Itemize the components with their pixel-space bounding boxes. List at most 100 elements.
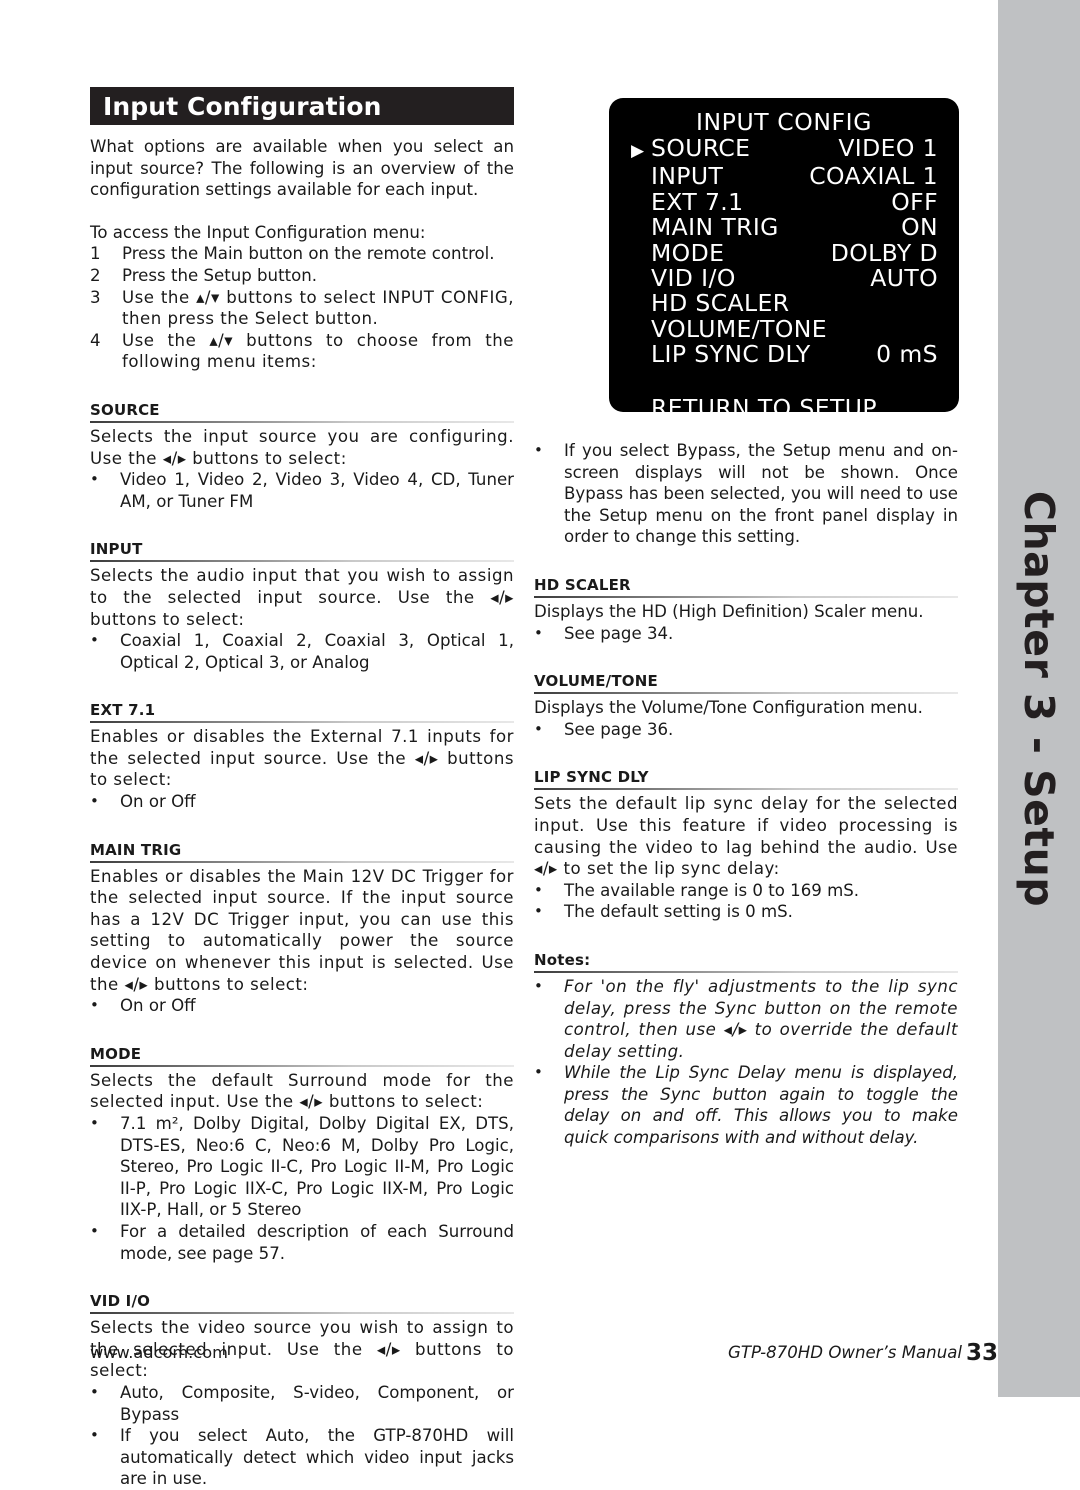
bullet-dot-icon: • xyxy=(90,996,99,1015)
bullet-dot-icon: • xyxy=(534,1063,543,1082)
osd-row-hd-scaler[interactable]: HD SCALER xyxy=(609,291,959,317)
section-body-source: Selects the input source you are configu… xyxy=(90,426,514,468)
osd-row-label: MODE xyxy=(651,238,725,267)
osd-row-volume-tone[interactable]: VOLUME/TONE xyxy=(609,314,959,343)
page-title-banner: Input Configuration xyxy=(90,87,514,125)
page-content: Input Configuration What options are ava… xyxy=(0,0,998,1488)
osd-row-ext71[interactable]: EXT 7.1 OFF xyxy=(609,187,959,216)
osd-return-to-setup[interactable]: RETURN TO SETUP xyxy=(609,368,959,422)
list-item: • Video 1, Video 2, Video 3, Video 4, CD… xyxy=(90,469,514,512)
bullet-text: The available range is 0 to 169 mS. xyxy=(564,880,860,900)
step-item: 1 Press the Main button on the remote co… xyxy=(90,243,514,265)
list-item: • If you select Auto, the GTP-870HD will… xyxy=(90,1425,514,1490)
list-item: • If you select Bypass, the Setup menu a… xyxy=(534,440,958,548)
section-bullets-bypass-note: • If you select Bypass, the Setup menu a… xyxy=(534,440,958,548)
section-body-main-trig: Enables or disables the Main 12V DC Trig… xyxy=(90,866,514,994)
section-bullets-vid-io: • Auto, Composite, S-video, Component, o… xyxy=(90,1382,514,1490)
section-bullets-mode: • 7.1 m², Dolby Digital, Dolby Digital E… xyxy=(90,1113,514,1264)
footer-page-number: 33 xyxy=(965,1340,998,1366)
osd-row-mode[interactable]: MODE DOLBY D xyxy=(609,238,959,267)
bullet-text: Video 1, Video 2, Video 3, Video 4, CD, … xyxy=(120,470,514,511)
osd-row-label: EXT 7.1 xyxy=(651,187,744,216)
section-heading-source: SOURCE xyxy=(90,401,514,423)
bullet-text: For a detailed description of each Surro… xyxy=(120,1221,514,1263)
list-item: • See page 34. xyxy=(534,623,958,645)
list-item: • Coaxial 1, Coaxial 2, Coaxial 3, Optic… xyxy=(90,630,514,673)
osd-row-label: INPUT xyxy=(651,162,724,191)
bullet-text: If you select Auto, the GTP-870HD will a… xyxy=(120,1426,514,1489)
step-text: Press the Main button on the remote cont… xyxy=(122,244,495,264)
osd-row-label: SOURCE xyxy=(651,134,751,162)
section-heading-vid-io: VID I/O xyxy=(90,1292,514,1315)
osd-row-value: DOLBY D xyxy=(830,238,938,267)
right-column: • If you select Bypass, the Setup menu a… xyxy=(534,440,958,1149)
section-bullets-ext71: • On or Off xyxy=(90,791,514,813)
step-item: 4 Use the ▴/▾ buttons to choose from the… xyxy=(90,330,514,373)
bullet-text: 7.1 m², Dolby Digital, Dolby Digital EX,… xyxy=(120,1114,514,1220)
osd-row-lip-sync-dly[interactable]: LIP SYNC DLY 0 mS xyxy=(609,340,959,369)
section-bullets-notes: • For 'on the fly' adjustments to the li… xyxy=(534,976,958,1149)
section-bullets-main-trig: • On or Off xyxy=(90,995,514,1017)
bullet-text: If you select Bypass, the Setup menu and… xyxy=(564,441,958,547)
section-bullets-lip-sync-dly: • The available range is 0 to 169 mS. • … xyxy=(534,880,958,923)
osd-menu-panel: INPUT CONFIG ▶ SOURCE VIDEO 1 INPUT COAX… xyxy=(609,98,959,422)
section-body-lip-sync-dly: Sets the default lip sync delay for the … xyxy=(534,794,958,879)
section-heading-ext71: EXT 7.1 xyxy=(90,701,514,724)
chapter-tab-label: Chapter 3 - Setup xyxy=(1015,490,1063,907)
bullet-dot-icon: • xyxy=(534,623,543,642)
section-body-ext71: Enables or disables the External 7.1 inp… xyxy=(90,727,514,790)
section-body-mode: Selects the default Surround mode for th… xyxy=(90,1070,514,1112)
osd-row-main-trig[interactable]: MAIN TRIG ON xyxy=(609,213,959,242)
section-body-hd-scaler: Displays the HD (High Definition) Scaler… xyxy=(534,601,924,621)
step-item: 3 Use the ▴/▾ buttons to select INPUT CO… xyxy=(90,287,514,330)
osd-row-value: ON xyxy=(901,213,938,242)
intro-paragraph-2: To access the Input Configuration menu: xyxy=(90,222,426,242)
list-item: • On or Off xyxy=(90,791,514,813)
section-bullets-hd-scaler: • See page 34. xyxy=(534,623,958,645)
bullet-dot-icon: • xyxy=(534,441,543,459)
bullet-dot-icon: • xyxy=(90,1114,99,1132)
bullet-text: Coaxial 1, Coaxial 2, Coaxial 3, Optical… xyxy=(120,631,514,672)
list-item: • While the Lip Sync Delay menu is displ… xyxy=(534,1062,958,1148)
osd-row-value: 0 mS xyxy=(876,340,938,369)
list-item: • The default setting is 0 mS. xyxy=(534,901,958,923)
osd-row-vid-io[interactable]: VID I/O AUTO xyxy=(609,264,959,293)
osd-row-label: VOLUME/TONE xyxy=(651,314,828,343)
section-heading-input: INPUT xyxy=(90,540,514,563)
bullet-dot-icon: • xyxy=(534,902,543,921)
osd-row-value: COAXIAL 1 xyxy=(809,162,938,191)
step-text: Press the Setup button. xyxy=(122,265,318,285)
section-heading-main-trig: MAIN TRIG xyxy=(90,841,514,863)
bullet-text: For 'on the fly' adjustments to the lip … xyxy=(564,976,958,1061)
bullet-dot-icon: • xyxy=(90,631,99,650)
left-column: What options are available when you sele… xyxy=(90,136,514,1490)
osd-row-source[interactable]: ▶ SOURCE VIDEO 1 xyxy=(609,134,959,164)
chapter-tab: Chapter 3 - Setup xyxy=(998,0,1080,1397)
page-title: Input Configuration xyxy=(103,91,382,121)
bullet-dot-icon: • xyxy=(534,880,543,899)
list-item: • For 'on the fly' adjustments to the li… xyxy=(534,976,958,1062)
step-number: 4 xyxy=(90,330,101,350)
osd-row-label: VID I/O xyxy=(651,264,736,293)
osd-row-label: MAIN TRIG xyxy=(651,213,779,242)
bullet-text: See page 34. xyxy=(564,623,674,643)
list-item: • On or Off xyxy=(90,995,514,1017)
step-text: Use the ▴/▾ buttons to select INPUT CONF… xyxy=(122,287,514,329)
list-item: • See page 36. xyxy=(534,719,958,741)
section-bullets-input: • Coaxial 1, Coaxial 2, Coaxial 3, Optic… xyxy=(90,630,514,673)
osd-row-input[interactable]: INPUT COAXIAL 1 xyxy=(609,162,959,191)
section-heading-volume-tone: VOLUME/TONE xyxy=(534,672,958,695)
bullet-dot-icon: • xyxy=(90,1426,99,1445)
bullet-text: See page 36. xyxy=(564,719,674,739)
access-steps-list: 1 Press the Main button on the remote co… xyxy=(90,243,514,373)
step-text: Use the ▴/▾ buttons to choose from the f… xyxy=(122,330,514,372)
section-heading-hd-scaler: HD SCALER xyxy=(534,576,958,598)
section-bullets-volume-tone: • See page 36. xyxy=(534,719,958,741)
step-item: 2 Press the Setup button. xyxy=(90,265,514,287)
section-heading-lip-sync-dly: LIP SYNC DLY xyxy=(534,768,958,791)
